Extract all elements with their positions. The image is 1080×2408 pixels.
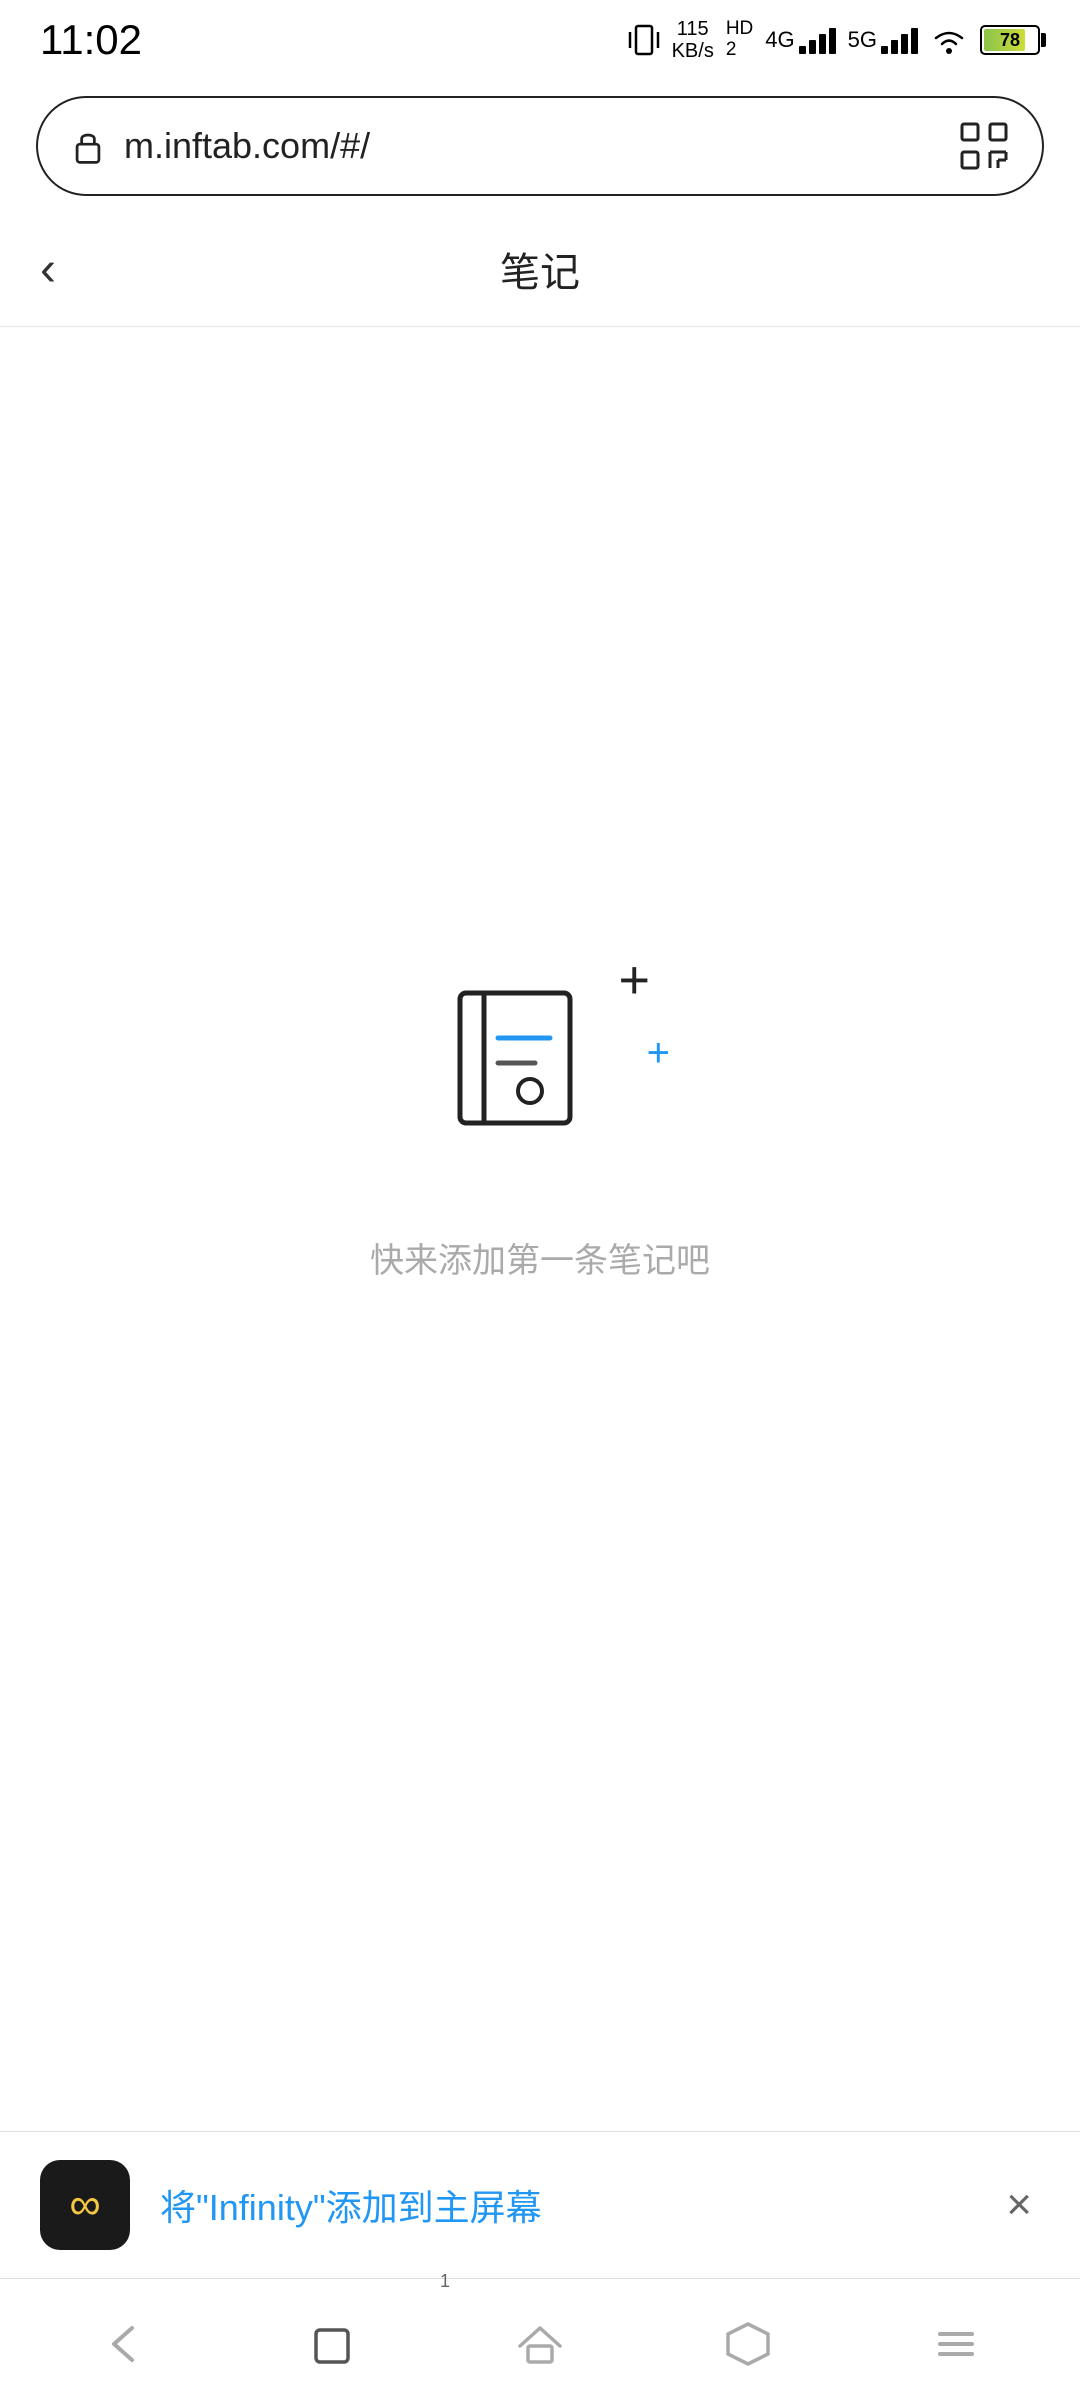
infinity-icon: ∞ (69, 2180, 100, 2230)
scan-icon[interactable] (958, 120, 1010, 172)
lock-icon (70, 126, 106, 166)
4g-bars (799, 26, 836, 54)
address-bar-container: m.inftab.com/#/ (0, 80, 1080, 212)
infinity-logo: ∞ (40, 2160, 130, 2250)
status-time: 11:02 (40, 16, 142, 64)
nav-home-button[interactable] (436, 2279, 644, 2408)
network-speed: 115 KB/s (672, 18, 714, 62)
back-button[interactable]: ‹ (40, 242, 56, 297)
battery: 78 (980, 25, 1040, 55)
bottom-banner: ∞ 将"Infinity"添加到主屏幕 × (0, 2131, 1080, 2278)
wifi-icon (930, 24, 968, 56)
hd-label: HD 2 (726, 19, 753, 61)
nav-3d-menu-button[interactable] (644, 2279, 852, 2408)
plus-large-icon: + (618, 953, 650, 1007)
nav-menu-button[interactable] (852, 2279, 1060, 2408)
nav-back-button[interactable] (20, 2279, 228, 2408)
tab-count-badge: 1 (440, 2271, 450, 2292)
bottom-nav: 1 (0, 2278, 1080, 2408)
tabs-icon (302, 2314, 362, 2374)
url-text[interactable]: m.inftab.com/#/ (124, 125, 958, 167)
vibrate-icon (628, 22, 660, 58)
nav-tabs-button[interactable]: 1 (228, 2279, 436, 2408)
empty-illustration: + + (440, 973, 640, 1173)
address-bar[interactable]: m.inftab.com/#/ (36, 96, 1044, 196)
nav-bar: ‹ 笔记 (0, 212, 1080, 327)
hamburger-icon (926, 2314, 986, 2374)
battery-box: 78 (980, 25, 1040, 55)
main-content: + + 快来添加第一条笔记吧 (0, 327, 1080, 1927)
notebook-icon (440, 973, 600, 1133)
5g-bars (881, 26, 918, 54)
home-icon (510, 2314, 570, 2374)
battery-level: 78 (982, 30, 1038, 51)
hexagon-icon (718, 2314, 778, 2374)
5g-signal: 5G (848, 26, 918, 54)
back-arrow-icon (94, 2314, 154, 2374)
page-title: 笔记 (500, 240, 580, 298)
status-bar: 11:02 115 KB/s HD 2 4G (0, 0, 1080, 80)
banner-text: 将"Infinity"添加到主屏幕 (160, 2179, 968, 2231)
4g-signal: 4G (765, 26, 835, 54)
status-icons: 115 KB/s HD 2 4G 5G (628, 18, 1040, 62)
plus-small-icon: + (647, 1033, 670, 1073)
empty-state-text: 快来添加第一条笔记吧 (370, 1233, 710, 1282)
banner-close-button[interactable]: × (998, 2172, 1040, 2238)
